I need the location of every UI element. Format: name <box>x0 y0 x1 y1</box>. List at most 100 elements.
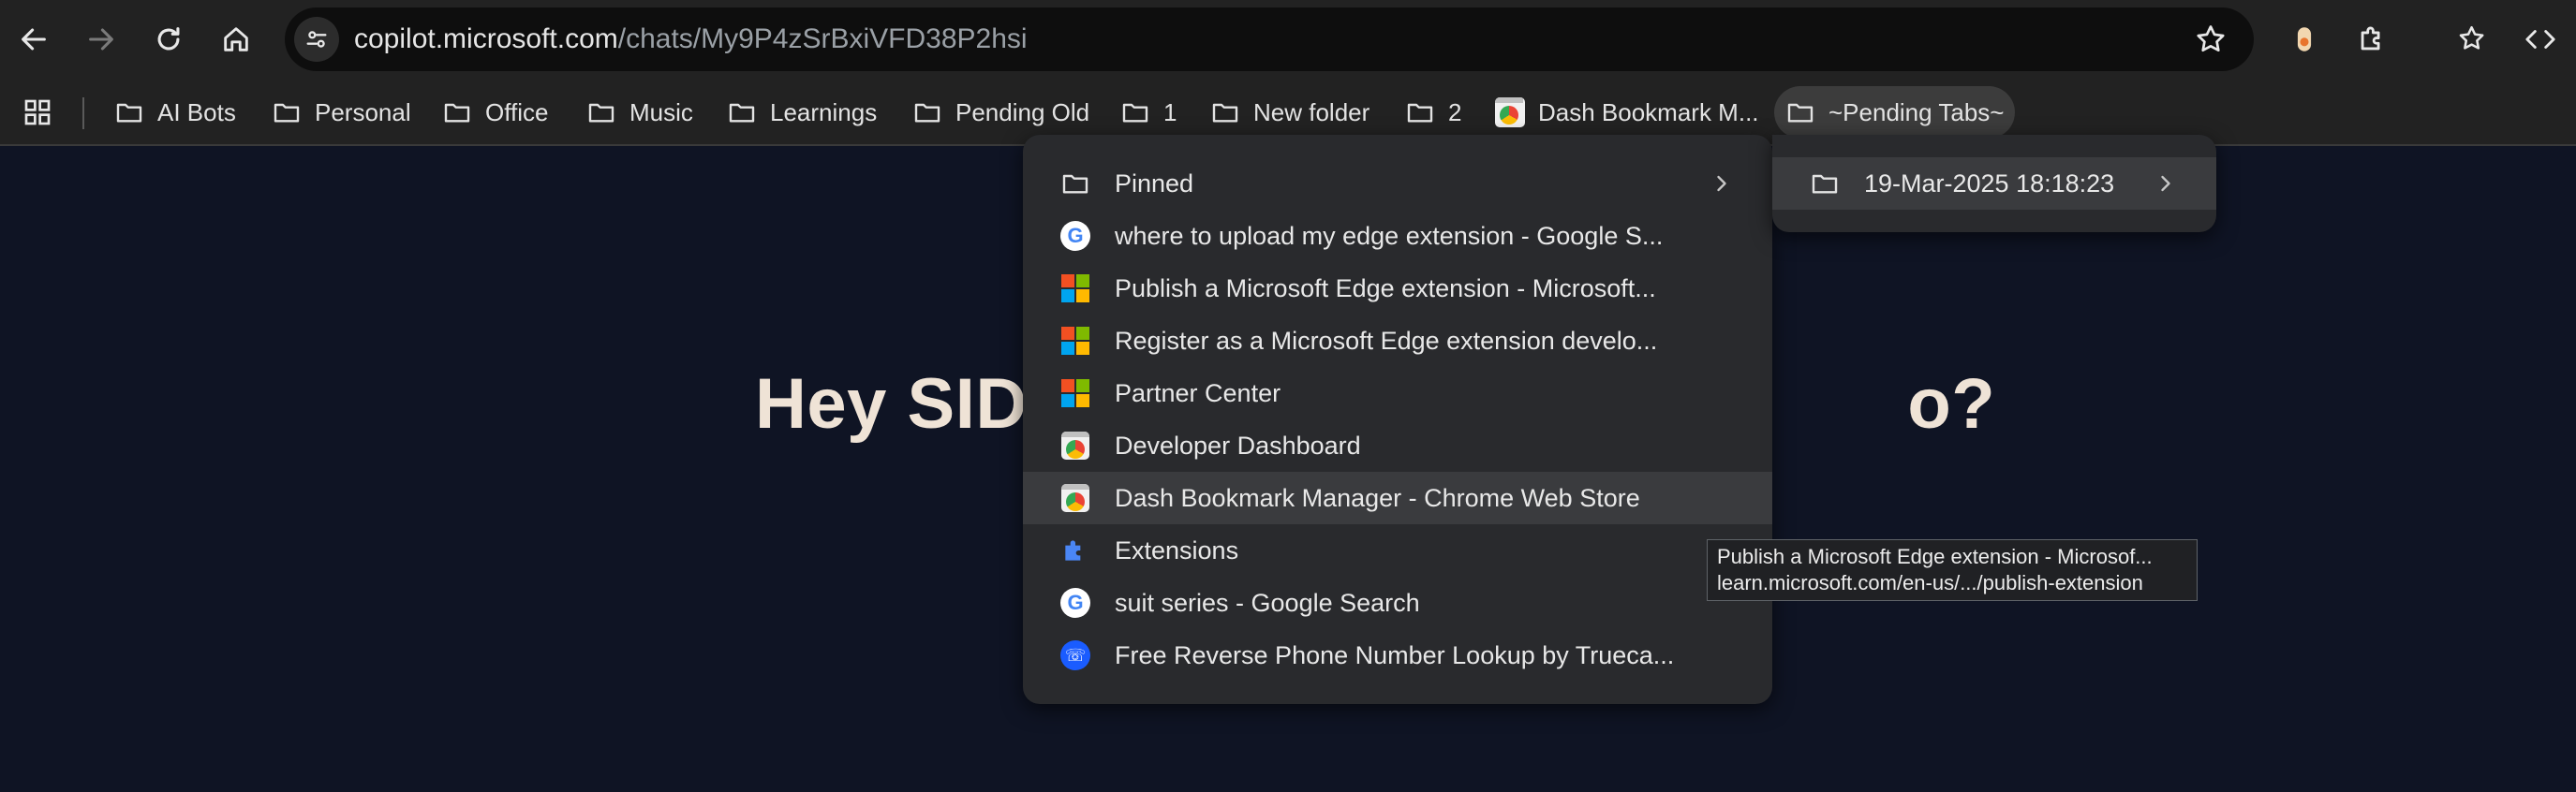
greeting-right: o? <box>1907 364 1996 444</box>
puzzle-icon <box>1060 535 1090 565</box>
folder-icon <box>116 103 142 123</box>
folder-icon <box>1212 103 1238 123</box>
extension-avatar-icon <box>2297 27 2312 51</box>
folder-icon <box>914 103 940 123</box>
favorites-button[interactable] <box>2447 13 2499 66</box>
menu-item-bookmark[interactable]: G suit series - Google Search <box>1023 577 1772 629</box>
submenu-item-label: 19-Mar-2025 18:18:23 <box>1864 169 2115 198</box>
bookmark-star-icon[interactable] <box>2194 22 2228 56</box>
menu-item-label: Register as a Microsoft Edge extension d… <box>1115 326 1658 355</box>
menu-item-bookmark[interactable]: G where to upload my edge extension - Go… <box>1023 210 1772 262</box>
menu-item-label: where to upload my edge extension - Goog… <box>1115 221 1664 250</box>
menu-item-bookmark[interactable]: Partner Center <box>1023 367 1772 419</box>
submenu-item-folder[interactable]: 19-Mar-2025 18:18:23 <box>1772 157 2216 210</box>
bookmark-folder-personal[interactable]: Personal <box>260 86 422 139</box>
bookmark-tooltip: Publish a Microsoft Edge extension - Mic… <box>1707 539 2198 601</box>
devtools-button[interactable] <box>2514 13 2567 66</box>
bookmark-label: AI Bots <box>157 97 236 126</box>
truecaller-icon: ☏ <box>1060 640 1090 670</box>
bookmark-folder-music[interactable]: Music <box>575 86 704 139</box>
microsoft-icon <box>1060 326 1090 356</box>
reload-button[interactable] <box>142 13 195 66</box>
folder-icon <box>274 103 300 123</box>
home-button[interactable] <box>210 13 262 66</box>
bookmark-label: Personal <box>315 97 411 126</box>
menu-item-label: suit series - Google Search <box>1115 588 1420 617</box>
chevron-right-icon <box>1717 175 1726 192</box>
chevron-right-icon <box>2161 175 2170 192</box>
google-icon: G <box>1060 588 1090 618</box>
greeting-left: Hey SIDI <box>755 364 1048 444</box>
bookmark-label: Office <box>485 97 549 126</box>
site-info-button[interactable] <box>294 17 339 62</box>
bookmark-label: 1 <box>1163 97 1177 126</box>
menu-item-bookmark[interactable]: Developer Dashboard <box>1023 419 1772 472</box>
bookmark-folder-pending-tabs[interactable]: ~Pending Tabs~ <box>1774 86 2016 139</box>
pending-tabs-submenu: 19-Mar-2025 18:18:23 <box>1772 135 2216 232</box>
tune-icon <box>306 31 327 48</box>
microsoft-icon <box>1060 273 1090 303</box>
forward-button[interactable] <box>75 13 127 66</box>
folder-icon <box>1812 174 1838 194</box>
menu-item-bookmark[interactable]: ☏ Free Reverse Phone Number Lookup by Tr… <box>1023 629 1772 682</box>
menu-item-pinned[interactable]: Pinned <box>1023 157 1772 210</box>
folder-icon <box>1060 169 1090 198</box>
bookmark-label: Dash Bookmark M... <box>1538 97 1759 126</box>
menu-item-label: Extensions <box>1115 535 1239 565</box>
bookmark-folder-2[interactable]: 2 <box>1394 86 1473 139</box>
bookmark-label: 2 <box>1448 97 1462 126</box>
bookmark-folder-menu: Pinned G where to upload my edge extensi… <box>1023 135 1772 704</box>
folder-icon <box>1787 103 1814 123</box>
bookmark-label: ~Pending Tabs~ <box>1828 97 2005 126</box>
bookmark-folder-new-folder[interactable]: New folder <box>1199 86 1381 139</box>
menu-item-bookmark[interactable]: Extensions <box>1023 524 1772 577</box>
code-icon <box>2525 30 2555 49</box>
bookmarks-separator <box>82 97 84 129</box>
folder-icon <box>729 103 755 123</box>
folder-icon <box>1407 103 1433 123</box>
menu-item-bookmark-hovered[interactable]: Dash Bookmark Manager - Chrome Web Store <box>1023 472 1772 524</box>
arrow-right-icon <box>89 28 113 51</box>
extensions-button[interactable] <box>2346 13 2398 66</box>
chrome-web-store-icon <box>1060 483 1090 513</box>
puzzle-icon <box>2361 26 2380 51</box>
url-text[interactable]: copilot.microsoft.com/chats/My9P4zSrBxiV… <box>354 7 1028 71</box>
menu-item-label: Developer Dashboard <box>1115 431 1361 460</box>
bookmark-folder-pending-old[interactable]: Pending Old <box>901 86 1101 139</box>
bookmark-label: Pending Old <box>955 97 1090 126</box>
bookmark-folder-ai-bots[interactable]: AI Bots <box>103 86 247 139</box>
apps-grid-icon <box>24 99 51 125</box>
menu-item-label: Pinned <box>1115 169 1194 198</box>
bookmark-folder-office[interactable]: Office <box>431 86 559 139</box>
tooltip-title: Publish a Microsoft Edge extension - Mic… <box>1717 545 2153 568</box>
chrome-web-store-icon <box>1495 97 1525 127</box>
menu-item-label: Publish a Microsoft Edge extension - Mic… <box>1115 273 1656 302</box>
tooltip-url: learn.microsoft.com/en-us/.../publish-ex… <box>1717 571 2143 594</box>
menu-item-label: Dash Bookmark Manager - Chrome Web Store <box>1115 483 1640 512</box>
bookmark-label: New folder <box>1253 97 1370 126</box>
google-icon: G <box>1060 221 1090 251</box>
bookmark-label: Learnings <box>770 97 878 126</box>
menu-item-bookmark[interactable]: Register as a Microsoft Edge extension d… <box>1023 315 1772 367</box>
bookmark-folder-learnings[interactable]: Learnings <box>716 86 888 139</box>
folder-icon <box>1122 103 1148 123</box>
profile-extension-button[interactable] <box>2278 13 2331 66</box>
menu-item-label: Free Reverse Phone Number Lookup by True… <box>1115 640 1675 669</box>
address-bar[interactable]: copilot.microsoft.com/chats/My9P4zSrBxiV… <box>285 7 2254 71</box>
reload-icon <box>157 27 180 51</box>
url-host: copilot.microsoft.com <box>354 23 618 54</box>
menu-item-bookmark[interactable]: Publish a Microsoft Edge extension - Mic… <box>1023 262 1772 315</box>
menu-item-label: Partner Center <box>1115 378 1281 407</box>
bookmark-folder-1[interactable]: 1 <box>1109 86 1188 139</box>
bookmark-label: Music <box>629 97 693 126</box>
home-icon <box>224 27 248 51</box>
folder-icon <box>444 103 470 123</box>
apps-button[interactable] <box>17 86 58 139</box>
browser-toolbar: copilot.microsoft.com/chats/My9P4zSrBxiV… <box>0 0 2576 79</box>
arrow-left-icon <box>22 28 46 51</box>
bookmark-dash-bookmark-manager[interactable]: Dash Bookmark M... <box>1484 86 1770 139</box>
url-path: /chats/My9P4zSrBxiVFD38P2hsi <box>617 23 1028 54</box>
back-button[interactable] <box>7 13 60 66</box>
star-list-icon <box>2459 25 2484 50</box>
folder-icon <box>588 103 614 123</box>
